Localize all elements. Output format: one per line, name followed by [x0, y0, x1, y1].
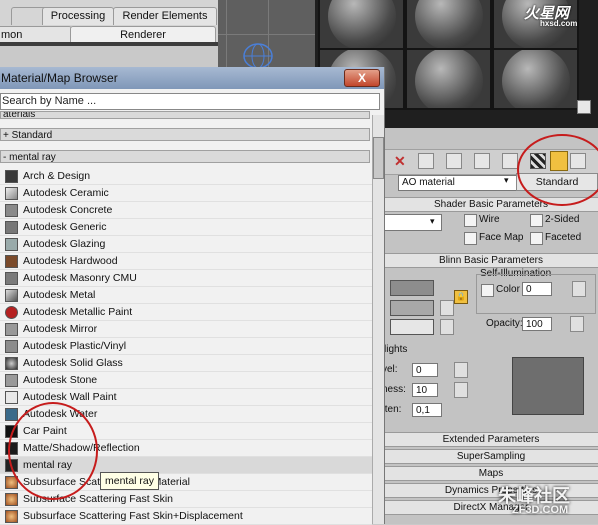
- list-item[interactable]: Autodesk Metallic Paint: [0, 304, 372, 321]
- annotation-circle: [517, 134, 598, 206]
- material-icon: [5, 238, 18, 251]
- tab-render-elements[interactable]: Render Elements: [113, 7, 217, 25]
- scrollbar-thumb[interactable]: [373, 137, 384, 179]
- list-item[interactable]: Autodesk Mirror: [0, 321, 372, 338]
- specular-swatch[interactable]: [390, 319, 434, 335]
- material-icon: [5, 187, 18, 200]
- material-icon: [5, 323, 18, 336]
- material-icon: [5, 374, 18, 387]
- diffuse-map-button[interactable]: [440, 300, 454, 316]
- tab-processing[interactable]: Processing: [42, 7, 114, 25]
- highlight-curve-graph: [512, 357, 584, 415]
- list-item[interactable]: Arch & Design: [0, 168, 372, 185]
- material-icon: [5, 255, 18, 268]
- color-label: Color: [496, 284, 520, 295]
- material-icon: [5, 408, 18, 421]
- rollout-extended[interactable]: Extended Parameters: [382, 432, 598, 447]
- glossiness-spinner[interactable]: 10: [412, 383, 438, 397]
- material-slot[interactable]: [405, 48, 492, 110]
- material-icon: [5, 204, 18, 217]
- faceted-label: Faceted: [545, 232, 582, 243]
- lock-icon[interactable]: 🔒: [454, 290, 468, 304]
- search-input[interactable]: Search by Name ...: [0, 93, 380, 110]
- material-slot[interactable]: [492, 48, 579, 110]
- faceted-checkbox[interactable]: [530, 232, 543, 245]
- list-item[interactable]: Autodesk Stone: [0, 372, 372, 389]
- rollout-blinn-basic[interactable]: Blinn Basic Parameters: [382, 253, 598, 268]
- glossiness-label: ness:: [382, 384, 406, 395]
- list-item[interactable]: Autodesk Hardwood: [0, 253, 372, 270]
- material-icon: [5, 289, 18, 302]
- list-item[interactable]: Autodesk Ceramic: [0, 185, 372, 202]
- sphere-preview: [415, 0, 483, 48]
- level-spinner[interactable]: 0: [412, 363, 438, 377]
- sphere-preview: [328, 0, 396, 48]
- wire-label: Wire: [479, 214, 500, 225]
- material-icon: [5, 272, 18, 285]
- list-item[interactable]: Autodesk Concrete: [0, 202, 372, 219]
- group-materials[interactable]: aterials: [0, 111, 370, 119]
- list-item[interactable]: Autodesk Solid Glass: [0, 355, 372, 372]
- two-sided-label: 2-Sided: [545, 214, 580, 225]
- material-icon: [5, 170, 18, 183]
- delete-icon[interactable]: ✕: [394, 153, 406, 170]
- ambient-swatch[interactable]: [390, 280, 434, 296]
- watermark-logo: 火星网 hxsd.com: [524, 5, 578, 28]
- group-standard[interactable]: + Standard: [0, 128, 370, 141]
- watermark-logo: 朱峰社区 ZF3D.COM: [498, 486, 570, 516]
- material-icon: [5, 510, 18, 523]
- material-icon: [5, 306, 18, 319]
- wire-checkbox[interactable]: [464, 214, 477, 227]
- material-icon: [5, 493, 18, 506]
- chevron-down-icon[interactable]: ▾: [430, 216, 435, 227]
- soften-spinner[interactable]: 0,1: [412, 403, 442, 417]
- list-item[interactable]: Autodesk Masonry CMU: [0, 270, 372, 287]
- material-icon: [5, 340, 18, 353]
- list-item[interactable]: Autodesk Generic: [0, 219, 372, 236]
- browser-title: Material/Map Browser: [1, 71, 118, 85]
- browser-titlebar[interactable]: Material/Map Browser X: [0, 67, 384, 89]
- color-spinner[interactable]: 0: [522, 282, 552, 296]
- list-item[interactable]: Autodesk Metal: [0, 287, 372, 304]
- self-illum-map-button[interactable]: [572, 281, 586, 297]
- material-slot[interactable]: [405, 0, 492, 50]
- face-map-checkbox[interactable]: [464, 232, 477, 245]
- two-sided-checkbox[interactable]: [530, 214, 543, 227]
- glossiness-map-button[interactable]: [454, 382, 468, 398]
- opacity-label: Opacity:: [486, 318, 523, 329]
- opacity-map-button[interactable]: [570, 316, 584, 332]
- tooltip: mental ray: [100, 472, 160, 490]
- sphere-preview: [502, 50, 570, 108]
- close-button[interactable]: X: [344, 69, 380, 87]
- show-map-icon[interactable]: [474, 153, 490, 169]
- list-item[interactable]: Autodesk Glazing: [0, 236, 372, 253]
- put-to-library-icon[interactable]: [418, 153, 434, 169]
- rollout-supersampling[interactable]: SuperSampling: [382, 449, 598, 464]
- material-id-icon[interactable]: [446, 153, 462, 169]
- level-map-button[interactable]: [454, 362, 468, 378]
- material-icon: [5, 357, 18, 370]
- opacity-spinner[interactable]: 100: [522, 317, 552, 331]
- sample-type-button[interactable]: [577, 100, 591, 114]
- color-checkbox[interactable]: [481, 284, 494, 297]
- face-map-label: Face Map: [479, 232, 524, 243]
- material-icon: [5, 391, 18, 404]
- diffuse-swatch[interactable]: [390, 300, 434, 316]
- show-end-result-icon[interactable]: [502, 153, 518, 169]
- material-name-field[interactable]: AO material: [398, 175, 517, 191]
- list-item[interactable]: Subsurface Scattering Fast Skin+Displace…: [0, 508, 372, 525]
- render-setup-tabs: mon Processing Render Elements Renderer: [0, 0, 218, 46]
- tab-divider: [0, 42, 218, 46]
- material-slot[interactable]: [318, 0, 405, 50]
- chevron-down-icon[interactable]: ▾: [504, 175, 509, 186]
- sphere-preview: [415, 50, 483, 108]
- highlights-label: lights: [384, 344, 408, 355]
- annotation-circle: [8, 402, 98, 500]
- group-mental-ray[interactable]: - mental ray: [0, 150, 370, 163]
- specular-map-button[interactable]: [440, 319, 454, 335]
- list-item[interactable]: Autodesk Plastic/Vinyl: [0, 338, 372, 355]
- material-icon: [5, 221, 18, 234]
